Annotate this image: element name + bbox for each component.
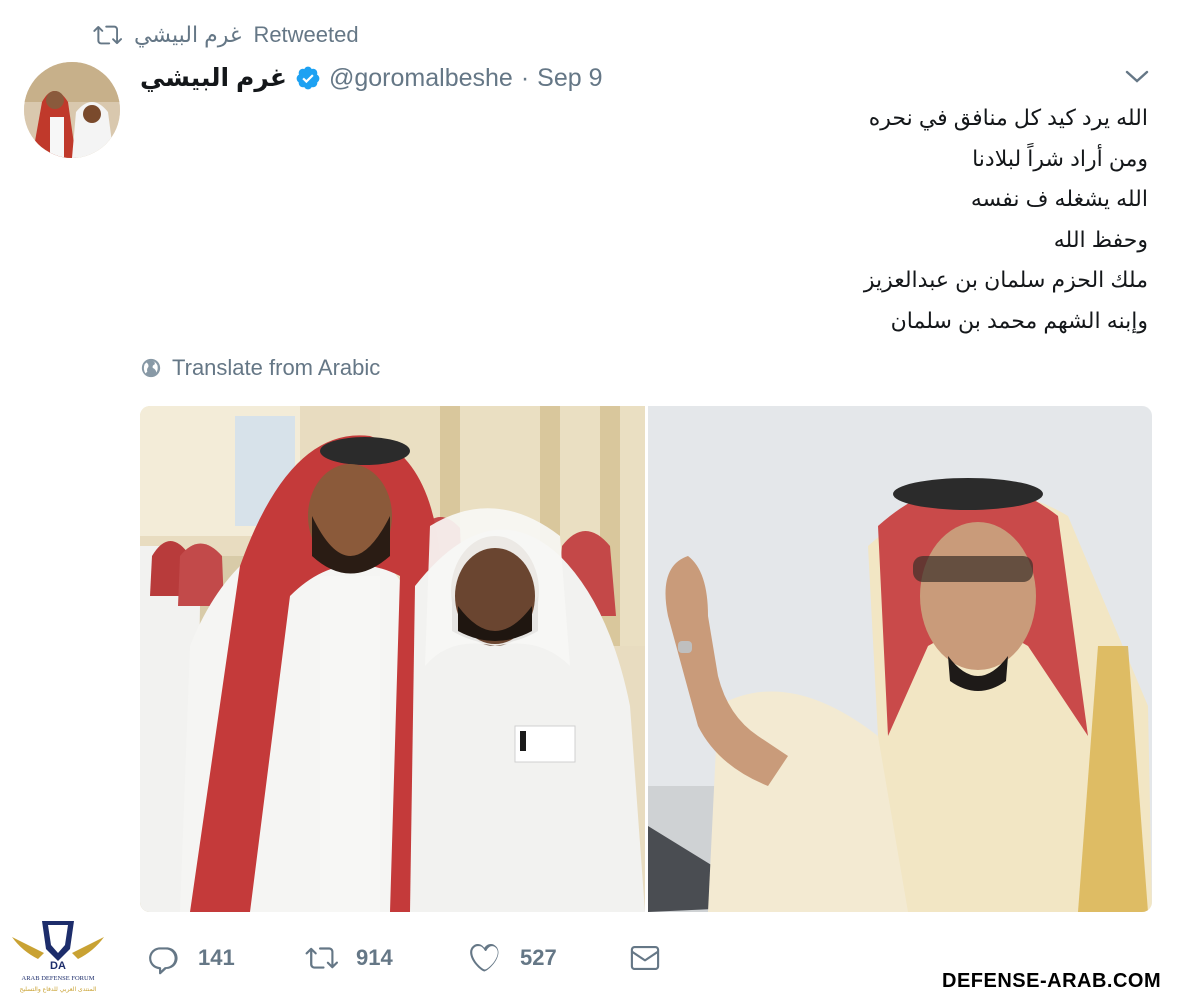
retweet-icon [305, 947, 338, 969]
tweet-header: غرم البيشي @goromalbeshe · Sep 9 [140, 58, 603, 98]
reply-count: 141 [198, 945, 235, 970]
avatar[interactable] [24, 62, 120, 158]
tweet-line: الله يرد كيد كل منافق في نحره [868, 105, 1148, 130]
watermark-site: DEFENSE-ARAB.COM [942, 970, 1162, 992]
like-button[interactable]: 527 [468, 941, 628, 975]
avatar-photo [24, 62, 120, 158]
watermark-logo-line2: المنتدى العربي للدفاع والتسليح [20, 986, 97, 993]
like-count: 527 [520, 945, 557, 970]
svg-text:DA: DA [50, 960, 66, 972]
translate-label: Translate from Arabic [172, 355, 381, 380]
tweet-line: ملك الحزم سلمان بن عبدالعزيز [863, 267, 1148, 292]
tweet-line: وحفظ الله [1053, 226, 1148, 252]
reply-icon [149, 947, 178, 975]
tweet-media[interactable] [140, 406, 1152, 912]
tweet-line: وإبنه الشهم محمد بن سلمان [890, 307, 1148, 333]
envelope-icon [630, 945, 660, 971]
tweet-line: ومن أراد شراً لبلادنا [972, 145, 1148, 171]
retweeter-name[interactable]: غرم البيشي [134, 22, 241, 48]
watermark-logo-line1: ARAB DEFENSE FORUM [22, 975, 95, 982]
retweet-icon [93, 25, 122, 45]
media-photo-left[interactable] [140, 406, 645, 912]
media-photo-right[interactable] [648, 406, 1152, 912]
header-separator: · [520, 63, 530, 92]
retweet-button[interactable]: 914 [304, 941, 468, 975]
reply-button[interactable]: 141 [146, 941, 304, 975]
direct-message-button[interactable] [628, 941, 662, 975]
tweet-text: الله يرد كيد كل منافق في نحره ومن أراد ش… [448, 98, 1148, 341]
tweet-date[interactable]: Sep 9 [537, 64, 602, 93]
display-name[interactable]: غرم البيشي [140, 63, 287, 93]
heart-icon [470, 943, 499, 972]
tweet-actions: 141 914 527 [146, 938, 662, 978]
translate-link[interactable]: Translate from Arabic [140, 352, 380, 384]
watermark-logo: DA ARAB DEFENSE FORUM المنتدى العربي للد… [8, 915, 108, 997]
retweet-context: غرم البيشي Retweeted [92, 18, 359, 52]
user-handle[interactable]: @goromalbeshe [329, 64, 513, 93]
tweet-line: الله يشغله ف نفسه [970, 186, 1148, 211]
verified-badge-icon [296, 66, 320, 90]
globe-icon [141, 358, 161, 378]
retweet-count: 914 [356, 945, 393, 970]
chevron-down-icon[interactable] [1124, 66, 1150, 88]
retweeted-label: Retweeted [253, 22, 359, 47]
